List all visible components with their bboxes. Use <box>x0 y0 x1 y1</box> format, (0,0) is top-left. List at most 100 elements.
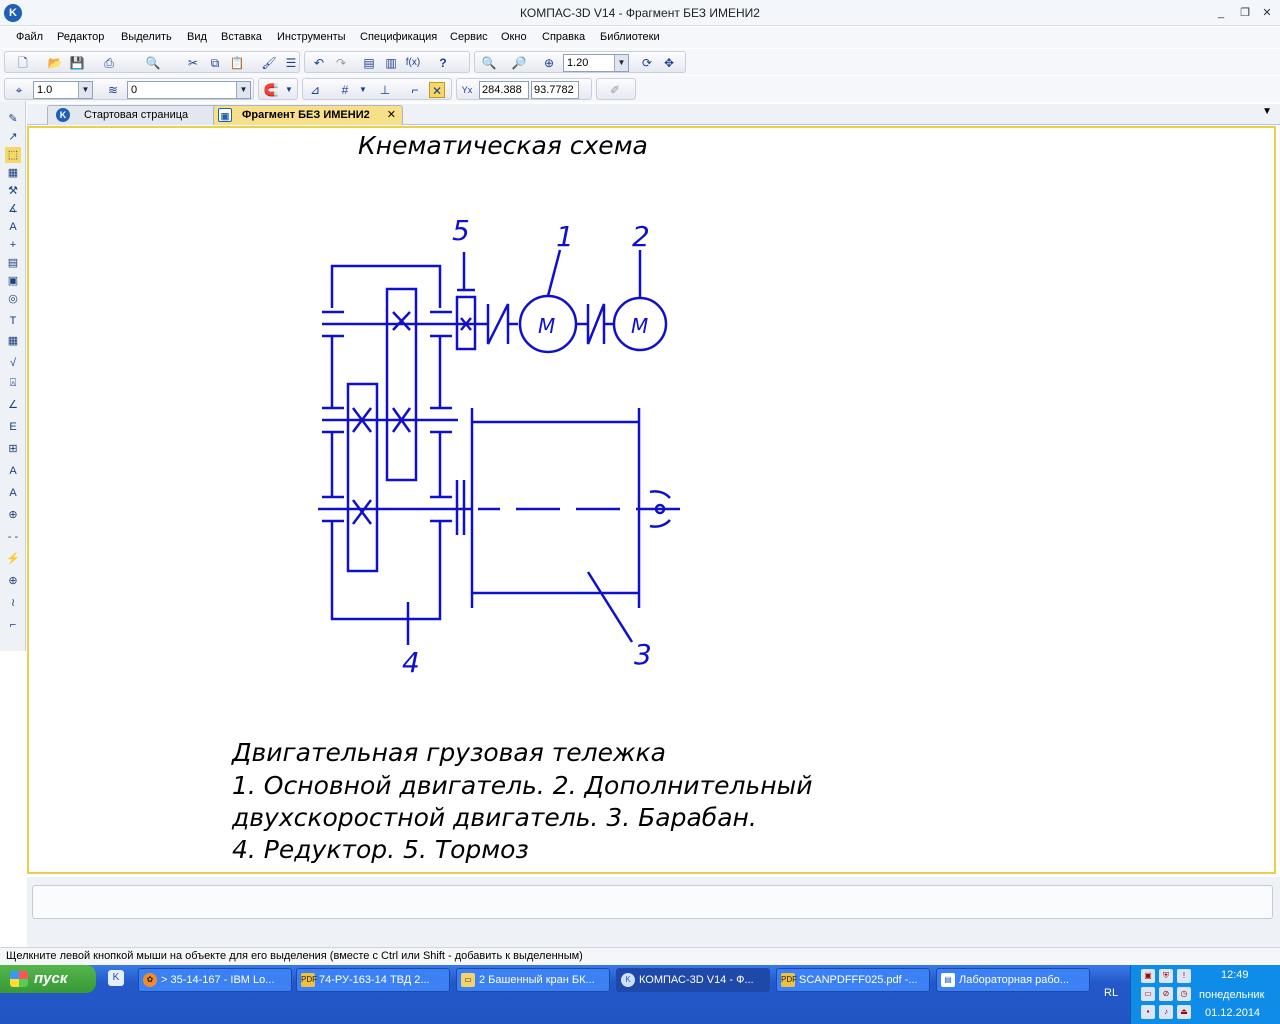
ortho-icon[interactable]: ⌐ <box>407 82 423 98</box>
table-icon[interactable]: ▦ <box>5 333 21 349</box>
undo-icon[interactable]: ↶ <box>311 55 327 71</box>
volume-icon[interactable]: ♪ <box>1159 1005 1173 1019</box>
network-icon[interactable]: ▣ <box>1141 969 1155 983</box>
antivirus-icon[interactable]: ⊘ <box>1159 987 1173 1001</box>
menu-select[interactable]: Выделить <box>121 31 172 43</box>
help-pointer-icon[interactable]: ? <box>435 55 451 71</box>
zoom-combo[interactable]: 1.20 ▼ <box>563 54 629 72</box>
construction-icon[interactable]: + <box>5 237 21 253</box>
axis-line-icon[interactable]: ⌐ <box>5 617 21 633</box>
report-icon[interactable]: ▤ <box>5 255 21 271</box>
tab-start-page[interactable]: K Стартовая страница <box>47 105 229 125</box>
alert-icon[interactable]: ! <box>1177 969 1191 983</box>
menu-libraries[interactable]: Библиотеки <box>600 31 660 43</box>
chevron-down-icon[interactable]: ▼ <box>614 55 628 71</box>
close-icon[interactable]: ✕ <box>1260 6 1274 20</box>
base-icon[interactable]: ⍓ <box>5 375 21 391</box>
spec-icon[interactable]: ▣ <box>5 273 21 289</box>
editing-icon[interactable]: ⚒ <box>5 183 21 199</box>
task-kompas[interactable]: K КОМПАС-3D V14 - Ф... <box>616 968 770 992</box>
center-mark-icon[interactable]: ⊕ <box>5 573 21 589</box>
drawing-canvas[interactable]: 5 1 2 3 4 M M Кнематическая схема Двигат… <box>27 126 1276 874</box>
kompas-quicklaunch-icon[interactable]: K <box>108 970 124 986</box>
manager-icon[interactable]: ▤ <box>361 55 377 71</box>
variables-icon[interactable]: f(x) <box>405 55 421 71</box>
cut-line-icon[interactable]: A <box>5 485 21 501</box>
menu-tools[interactable]: Инструменты <box>277 31 346 43</box>
new-file-icon[interactable]: 🗋 <box>15 55 31 71</box>
chevron-down-icon[interactable]: ▼ <box>78 82 92 98</box>
step-cursor-icon[interactable]: ⌖ <box>11 82 27 98</box>
property-panel-box[interactable] <box>32 885 1273 919</box>
minimize-icon[interactable]: _ <box>1214 6 1228 20</box>
preview-icon[interactable]: 🔍 <box>145 55 161 71</box>
clock-sync-icon[interactable]: ◷ <box>1177 987 1191 1001</box>
selection-icon[interactable]: ⬚ <box>5 147 21 163</box>
display-icon[interactable]: ▭ <box>1141 987 1155 1001</box>
menu-view[interactable]: Вид <box>187 31 207 43</box>
disabled-tool-icon[interactable]: ✐ <box>607 82 623 98</box>
menu-help[interactable]: Справка <box>542 31 585 43</box>
parametrization-icon[interactable]: ▦ <box>5 165 21 181</box>
print-icon[interactable]: ⎙ <box>101 55 117 71</box>
pan-icon[interactable]: ✥ <box>661 55 677 71</box>
view-icon[interactable]: ◎ <box>5 291 21 307</box>
menu-insert[interactable]: Вставка <box>221 31 262 43</box>
menu-edit[interactable]: Редактор <box>57 31 104 43</box>
start-button[interactable]: пуск <box>0 965 96 993</box>
security-icon[interactable]: ⛨ <box>1159 969 1173 983</box>
task-pdf-1[interactable]: PDF 74-РУ-163-14 ТВД 2... <box>296 968 450 992</box>
menu-specification[interactable]: Спецификация <box>360 31 437 43</box>
zoom-in-icon[interactable]: ⊕ <box>541 55 557 71</box>
view-arrow-icon[interactable]: A <box>5 463 21 479</box>
restore-icon[interactable]: ❐ <box>1238 6 1252 20</box>
properties-icon[interactable]: ☰ <box>283 55 299 71</box>
close-tab-icon[interactable]: ✕ <box>387 106 396 124</box>
task-document[interactable]: ▤ Лабораторная рабо... <box>936 968 1090 992</box>
zoom-all-icon[interactable]: 🔎 <box>511 55 527 71</box>
coord-x-field[interactable]: 284.388 <box>479 81 529 99</box>
mark-icon[interactable]: ⊕ <box>5 507 21 523</box>
paste-icon[interactable]: 📋 <box>229 55 245 71</box>
language-indicator[interactable]: RL <box>1104 987 1118 999</box>
measure-icon[interactable]: ∡ <box>5 201 21 217</box>
chevron-down-icon[interactable]: ▼ <box>281 82 297 98</box>
chevron-down-icon[interactable]: ▼ <box>236 82 250 98</box>
layer-combo[interactable]: 0 ▼ <box>127 81 251 99</box>
snap-magnet-icon[interactable]: 🧲 <box>263 82 279 98</box>
roughness-icon[interactable]: √ <box>5 355 21 371</box>
axes-icon[interactable]: ⊥ <box>377 82 393 98</box>
save-icon[interactable]: 💾 <box>69 55 85 71</box>
position-icon[interactable]: E <box>5 419 21 435</box>
menu-file[interactable]: Файл <box>16 31 43 43</box>
symbols-icon[interactable]: A <box>5 219 21 235</box>
copy-icon[interactable]: ⧉ <box>207 55 223 71</box>
leader-icon[interactable]: ∠ <box>5 397 21 413</box>
tray-time[interactable]: 12:49 <box>1221 969 1249 981</box>
break-line-icon[interactable]: ≀ <box>5 595 21 611</box>
tabs-dropdown-icon[interactable]: ▼ <box>1262 106 1272 117</box>
text-icon[interactable]: T <box>5 313 21 329</box>
cut-icon[interactable]: ✂ <box>185 55 201 71</box>
tray-app-icon[interactable]: ▪ <box>1141 1005 1155 1019</box>
task-pdf-2[interactable]: PDF SCANPDFFF025.pdf -... <box>776 968 930 992</box>
menu-service[interactable]: Сервис <box>450 31 488 43</box>
task-folder[interactable]: ▭ 2 Башенный кран БК... <box>456 968 610 992</box>
wave-icon[interactable]: ⚡ <box>5 551 21 567</box>
geometry-icon[interactable]: ✎ <box>5 111 21 127</box>
refresh-icon[interactable]: ⟳ <box>639 55 655 71</box>
format-brush-icon[interactable]: 🖌 <box>261 55 277 71</box>
local-cs-icon[interactable]: ⊿ <box>307 82 323 98</box>
library-icon[interactable]: ▥ <box>383 55 399 71</box>
dimensions-icon[interactable]: ↗ <box>5 129 21 145</box>
tolerance-icon[interactable]: ⊞ <box>5 441 21 457</box>
task-ibm-lotus[interactable]: ✿ > 35-14-167 - IBM Lo... <box>138 968 292 992</box>
kinematic-scheme[interactable]: 5 1 2 3 4 M M Кнематическая схема Двигат… <box>29 128 1274 872</box>
tab-fragment[interactable]: ▣ Фрагмент БЕЗ ИМЕНИ2 ✕ <box>213 105 403 125</box>
snaps-toggle-icon[interactable]: ✕ <box>429 82 445 98</box>
step-combo[interactable]: 1.0 ▼ <box>33 81 93 99</box>
chevron-down-icon[interactable]: ▼ <box>355 82 371 98</box>
grid-icon[interactable]: # <box>337 82 353 98</box>
menu-window[interactable]: Окно <box>501 31 527 43</box>
centerline-icon[interactable]: - - <box>5 529 21 545</box>
